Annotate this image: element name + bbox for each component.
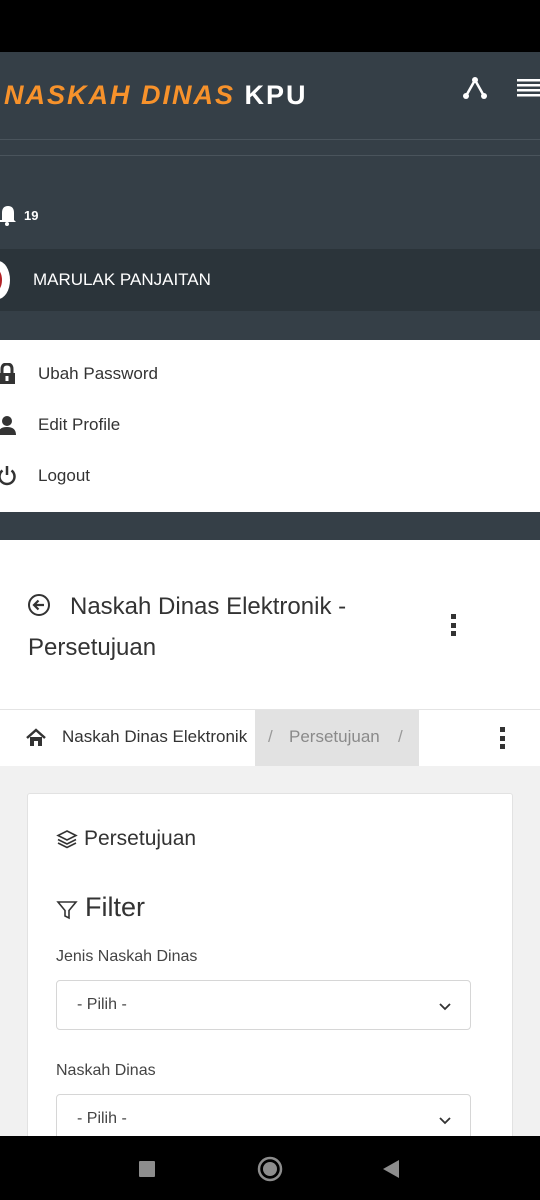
page-title: Naskah Dinas Elektronik - Persetujuan — [28, 593, 347, 661]
menu-item-logout[interactable]: Logout — [0, 453, 540, 499]
recents-button[interactable] — [134, 1156, 160, 1182]
user-name: MARULAK PANJAITAN — [33, 270, 211, 289]
menu-item-label: Edit Profile — [38, 415, 121, 434]
content-area: Persetujuan Filter Jenis Naskah Dinas - … — [0, 766, 540, 1153]
jenis-naskah-select[interactable]: - Pilih - — [56, 980, 471, 1030]
card-title: Persetujuan — [56, 827, 196, 851]
back-button[interactable] — [378, 1156, 404, 1182]
chevron-down-icon — [438, 999, 452, 1013]
notification-button[interactable]: 19 — [0, 204, 38, 226]
system-nav-bar — [0, 1136, 540, 1200]
user-row[interactable]: MARULAK PANJAITAN — [0, 249, 540, 311]
card-title-label: Persetujuan — [84, 827, 197, 850]
breadcrumb-current-label: Persetujuan — [289, 727, 380, 746]
breadcrumb: Naskah Dinas Elektronik / Persetujuan / — [0, 710, 540, 766]
user-panel: 19 MARULAK PANJAITAN — [0, 140, 540, 340]
lock-icon — [0, 363, 18, 385]
field-label-jenis-naskah: Jenis Naskah Dinas — [56, 948, 198, 965]
user-menu: Ubah Password Edit Profile Logout — [0, 340, 540, 512]
layers-icon — [56, 829, 78, 849]
filter-icon — [56, 897, 78, 919]
menu-item-edit-profile[interactable]: Edit Profile — [0, 402, 540, 448]
sitemap-icon[interactable] — [459, 72, 491, 104]
filter-title-label: Filter — [85, 892, 145, 922]
bell-icon — [0, 204, 16, 226]
app-header: NASKAH DINAS KPU — [0, 52, 540, 140]
more-options-icon[interactable] — [448, 614, 458, 636]
page-header: Naskah Dinas Elektronik - Persetujuan — [0, 540, 540, 710]
select-value: - Pilih - — [77, 1110, 127, 1127]
menu-item-ubah-password[interactable]: Ubah Password — [0, 351, 540, 397]
status-bar — [0, 0, 540, 52]
avatar — [0, 261, 10, 299]
chevron-down-icon — [438, 1113, 452, 1127]
menu-item-label: Logout — [38, 466, 90, 485]
home-button[interactable] — [257, 1156, 283, 1182]
user-icon — [0, 414, 18, 436]
divider — [0, 155, 540, 156]
breadcrumb-link[interactable]: Naskah Dinas Elektronik — [62, 727, 247, 747]
brand-suffix: KPU — [244, 80, 308, 110]
select-value: - Pilih - — [77, 996, 127, 1013]
breadcrumb-separator: / — [398, 727, 403, 746]
menu-icon[interactable] — [513, 72, 540, 104]
persetujuan-card: Persetujuan Filter Jenis Naskah Dinas - … — [27, 793, 513, 1153]
field-label-naskah-dinas: Naskah Dinas — [56, 1062, 156, 1079]
breadcrumb-more-icon[interactable] — [497, 727, 507, 749]
header-band — [0, 512, 540, 540]
home-icon[interactable] — [26, 728, 46, 748]
brand-name: NASKAH DINAS — [4, 80, 236, 110]
notification-count: 19 — [24, 207, 39, 223]
filter-title: Filter — [56, 892, 145, 923]
brand-logo[interactable]: NASKAH DINAS KPU — [4, 80, 308, 111]
menu-item-label: Ubah Password — [38, 364, 159, 383]
breadcrumb-separator: / — [268, 727, 273, 746]
power-icon — [0, 465, 18, 487]
